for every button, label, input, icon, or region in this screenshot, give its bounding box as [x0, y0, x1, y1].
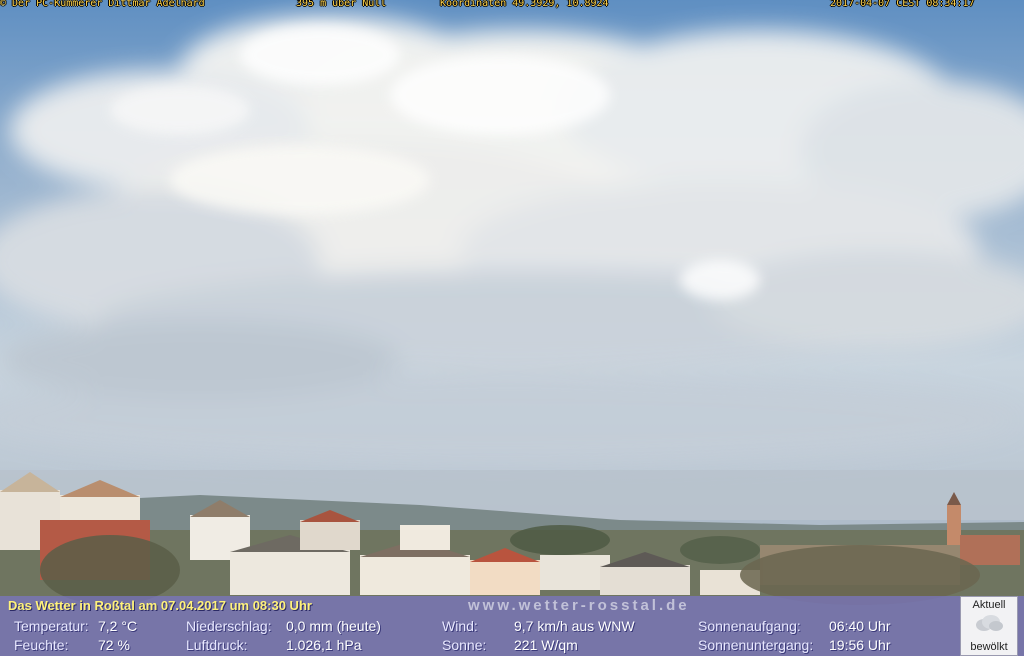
- coordinates-text: Koordinaten 49.3929, 10.8924: [440, 0, 609, 9]
- copyright-text: © Der PC-Kümmerer Dittmar Adelhard: [0, 0, 205, 9]
- precipitation-label: Niederschlag:: [186, 618, 272, 634]
- webcam-info-bar: © Der PC-Kümmerer Dittmar Adelhard 395 m…: [0, 0, 1024, 10]
- humidity-value: 72 %: [98, 637, 130, 653]
- pressure-value: 1.026,1 hPa: [286, 637, 362, 653]
- weather-headline: Das Wetter in Roßtal am 07.04.2017 um 08…: [8, 598, 312, 613]
- humidity-label: Feuchte:: [14, 637, 69, 653]
- webcam-image: [0, 0, 1024, 656]
- current-condition: bewölkt: [970, 641, 1008, 653]
- sun-label: Sonne:: [442, 637, 487, 653]
- cloud-icon: [976, 615, 1003, 631]
- precipitation-value: 0,0 mm (heute): [286, 618, 381, 634]
- sunrise-label: Sonnenaufgang:: [698, 618, 801, 634]
- sun-value: 221 W/qm: [514, 637, 578, 653]
- website-watermark: www.wetter-rosstal.de: [468, 597, 690, 614]
- sunrise-value: 06:40 Uhr: [829, 618, 891, 634]
- timestamp-text: 2017-04-07 CEST 08:34:17: [830, 0, 975, 9]
- sunset-label: Sonnenuntergang:: [698, 637, 814, 653]
- wind-value: 9,7 km/h aus WNW: [514, 618, 635, 634]
- sunset-value: 19:56 Uhr: [829, 637, 891, 653]
- temperature-value: 7,2 °C: [98, 618, 138, 634]
- weather-panel: Das Wetter in Roßtal am 07.04.2017 um 08…: [0, 596, 1024, 656]
- current-title: Aktuell: [972, 599, 1006, 611]
- wind-label: Wind:: [442, 618, 478, 634]
- temperature-label: Temperatur:: [14, 618, 89, 634]
- pressure-label: Luftdruck:: [186, 637, 248, 653]
- altitude-text: 395 m über Null: [296, 0, 387, 9]
- current-condition-box: Aktuell bewölkt: [960, 596, 1018, 656]
